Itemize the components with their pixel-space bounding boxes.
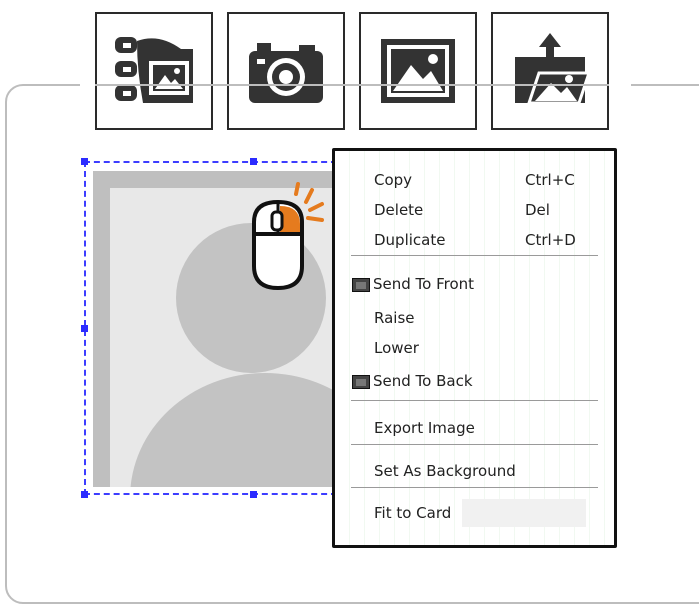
menu-item-label: Send To Back [373, 372, 473, 390]
menu-item-send-to-front[interactable]: Send To Front [335, 269, 614, 297]
menu-item-export-image[interactable]: Export Image [335, 413, 614, 441]
resize-handle[interactable] [81, 491, 88, 498]
mouse-right-click-icon [248, 182, 328, 296]
menu-item-fit-to-card[interactable]: Fit to Card [335, 498, 614, 526]
menu-item-label: Set As Background [374, 462, 516, 480]
menu-item-label: Duplicate [374, 231, 446, 249]
layer-front-icon [352, 278, 370, 292]
menu-item-label: Fit to Card [374, 504, 452, 522]
menu-item-label: Raise [374, 309, 415, 327]
context-menu: Copy Ctrl+C Delete Del Duplicate Ctrl+D … [332, 148, 617, 548]
resize-handle[interactable] [250, 158, 257, 165]
menu-item-send-to-back[interactable]: Send To Back [335, 366, 614, 394]
panel-gap [609, 80, 631, 90]
menu-item-lower[interactable]: Lower [335, 333, 614, 361]
menu-item-label: Delete [374, 201, 424, 219]
menu-separator [351, 444, 598, 445]
menu-item-set-as-background[interactable]: Set As Background [335, 456, 614, 484]
resize-handle[interactable] [81, 325, 88, 332]
menu-item-shortcut: Del [525, 201, 550, 219]
menu-item-shortcut: Ctrl+C [525, 171, 575, 189]
menu-separator [351, 400, 598, 401]
layer-back-icon [352, 375, 370, 389]
menu-item-label: Export Image [374, 419, 475, 437]
menu-item-label: Send To Front [373, 275, 475, 293]
resize-handle[interactable] [81, 158, 88, 165]
menu-item-raise[interactable]: Raise [335, 303, 614, 331]
menu-item-label: Lower [374, 339, 419, 357]
panel-gap [80, 80, 95, 90]
menu-item-duplicate[interactable]: Duplicate Ctrl+D [335, 225, 614, 253]
resize-handle[interactable] [250, 491, 257, 498]
menu-item-copy[interactable]: Copy Ctrl+C [335, 165, 614, 193]
menu-separator [351, 487, 598, 488]
menu-item-delete[interactable]: Delete Del [335, 195, 614, 223]
menu-item-shortcut: Ctrl+D [525, 231, 576, 249]
menu-separator [351, 255, 598, 256]
menu-item-label: Copy [374, 171, 413, 189]
